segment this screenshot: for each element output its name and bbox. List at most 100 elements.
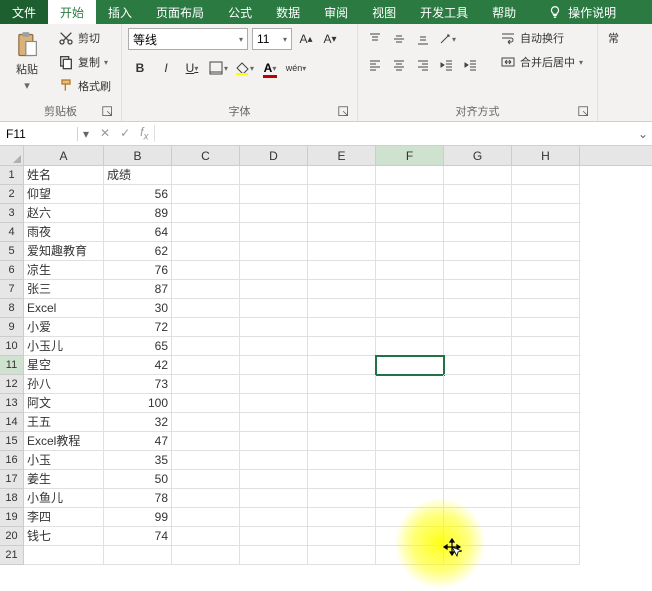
cell[interactable] xyxy=(376,489,444,508)
cell[interactable]: 30 xyxy=(104,299,172,318)
name-box-input[interactable] xyxy=(6,127,71,141)
cell[interactable] xyxy=(172,166,240,185)
cell[interactable] xyxy=(512,204,580,223)
cell[interactable] xyxy=(376,204,444,223)
fill-color-button[interactable]: ▾ xyxy=(232,56,256,80)
cell[interactable] xyxy=(376,280,444,299)
cell[interactable] xyxy=(172,337,240,356)
cell[interactable] xyxy=(240,280,308,299)
cell[interactable] xyxy=(172,185,240,204)
cell[interactable]: 小玉 xyxy=(24,451,104,470)
cell[interactable] xyxy=(376,185,444,204)
cell[interactable]: 89 xyxy=(104,204,172,223)
cell[interactable] xyxy=(444,204,512,223)
cell[interactable] xyxy=(308,413,376,432)
cell[interactable] xyxy=(172,527,240,546)
cell[interactable] xyxy=(512,413,580,432)
cell[interactable]: 钱七 xyxy=(24,527,104,546)
cell[interactable] xyxy=(308,166,376,185)
tab-data[interactable]: 数据 xyxy=(264,0,312,24)
cell[interactable]: 孙八 xyxy=(24,375,104,394)
cell[interactable]: 小爱 xyxy=(24,318,104,337)
select-all-corner[interactable] xyxy=(0,146,24,165)
cell[interactable] xyxy=(376,223,444,242)
cell[interactable] xyxy=(444,166,512,185)
cell[interactable]: 小玉儿 xyxy=(24,337,104,356)
cell[interactable] xyxy=(172,375,240,394)
row-header[interactable]: 3 xyxy=(0,204,24,223)
cell[interactable] xyxy=(308,375,376,394)
font-name-input[interactable] xyxy=(133,32,239,46)
align-middle-button[interactable] xyxy=(388,28,410,50)
format-painter-button[interactable]: 格式刷 xyxy=(54,76,115,96)
cell[interactable] xyxy=(172,223,240,242)
row-header[interactable]: 1 xyxy=(0,166,24,185)
cell[interactable] xyxy=(308,527,376,546)
cell[interactable] xyxy=(172,356,240,375)
cell[interactable] xyxy=(512,546,580,565)
cell[interactable] xyxy=(444,299,512,318)
number-format-partial[interactable]: 常 xyxy=(604,28,623,48)
phonetic-button[interactable]: wén▾ xyxy=(284,56,308,80)
wrap-text-button[interactable]: 自动换行 xyxy=(496,28,587,48)
cell[interactable] xyxy=(376,451,444,470)
cell[interactable]: 姓名 xyxy=(24,166,104,185)
cell[interactable] xyxy=(308,489,376,508)
formula-input[interactable] xyxy=(161,127,628,141)
cell[interactable] xyxy=(240,394,308,413)
cell[interactable] xyxy=(444,432,512,451)
cell[interactable] xyxy=(376,470,444,489)
cell[interactable]: 64 xyxy=(104,223,172,242)
dialog-launcher-icon[interactable] xyxy=(337,105,351,119)
row-header[interactable]: 13 xyxy=(0,394,24,413)
cell[interactable] xyxy=(512,242,580,261)
cell[interactable] xyxy=(444,546,512,565)
column-header[interactable]: D xyxy=(240,146,308,165)
row-header[interactable]: 18 xyxy=(0,489,24,508)
font-color-button[interactable]: A▾ xyxy=(258,56,282,80)
cell[interactable] xyxy=(240,261,308,280)
cell[interactable] xyxy=(376,432,444,451)
cell[interactable] xyxy=(444,318,512,337)
cell[interactable] xyxy=(172,280,240,299)
name-box[interactable] xyxy=(0,127,78,141)
tab-formulas[interactable]: 公式 xyxy=(216,0,264,24)
cell[interactable] xyxy=(444,261,512,280)
cell[interactable] xyxy=(308,223,376,242)
cell[interactable]: 姜生 xyxy=(24,470,104,489)
row-header[interactable]: 9 xyxy=(0,318,24,337)
row-header[interactable]: 19 xyxy=(0,508,24,527)
cell[interactable] xyxy=(376,299,444,318)
tab-page-layout[interactable]: 页面布局 xyxy=(144,0,216,24)
cell[interactable] xyxy=(444,337,512,356)
cell[interactable] xyxy=(376,527,444,546)
align-top-button[interactable] xyxy=(364,28,386,50)
cell[interactable] xyxy=(376,337,444,356)
cell[interactable] xyxy=(240,204,308,223)
cell[interactable] xyxy=(240,242,308,261)
tab-file[interactable]: 文件 xyxy=(0,0,48,24)
cell[interactable] xyxy=(512,356,580,375)
row-header[interactable]: 5 xyxy=(0,242,24,261)
cell[interactable] xyxy=(512,470,580,489)
cell[interactable] xyxy=(376,261,444,280)
row-header[interactable]: 2 xyxy=(0,185,24,204)
tab-developer[interactable]: 开发工具 xyxy=(408,0,480,24)
cell[interactable] xyxy=(240,375,308,394)
cell[interactable]: 雨夜 xyxy=(24,223,104,242)
cell[interactable] xyxy=(308,451,376,470)
row-header[interactable]: 6 xyxy=(0,261,24,280)
tell-me[interactable]: 操作说明 xyxy=(536,0,628,24)
align-right-button[interactable] xyxy=(412,54,434,76)
cell[interactable] xyxy=(444,394,512,413)
cell[interactable] xyxy=(240,470,308,489)
cell[interactable] xyxy=(308,261,376,280)
column-header[interactable]: F xyxy=(376,146,444,165)
cell[interactable] xyxy=(512,394,580,413)
cell[interactable]: 李四 xyxy=(24,508,104,527)
cell[interactable]: 99 xyxy=(104,508,172,527)
cell[interactable] xyxy=(240,527,308,546)
cell[interactable] xyxy=(444,280,512,299)
row-header[interactable]: 14 xyxy=(0,413,24,432)
cell[interactable] xyxy=(172,299,240,318)
